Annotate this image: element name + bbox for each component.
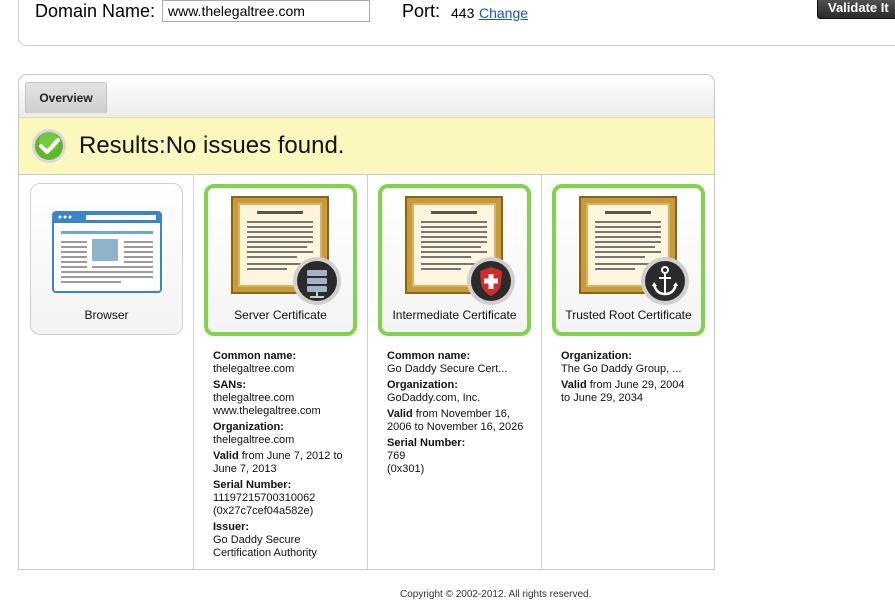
detail-key: Issuer: xyxy=(213,521,250,533)
root-certificate-details: Organization: The Go Daddy Group, ... Val… xyxy=(561,350,721,408)
column-divider xyxy=(193,174,194,569)
detail-value: Go Daddy Secure xyxy=(213,534,301,546)
detail-value: 769 xyxy=(387,450,406,462)
change-port-link[interactable]: Change xyxy=(479,5,528,21)
domain-name-input[interactable] xyxy=(162,0,370,22)
detail-value: 11197215700310062 xyxy=(213,492,316,504)
detail-value: thelegaltree.com xyxy=(213,434,295,446)
detail-key: Common name: xyxy=(213,350,297,362)
result-text: Results:No issues found. xyxy=(79,132,345,159)
certificate-chain: Browser Server Certificate Intermediate … xyxy=(19,174,714,569)
intermediate-certificate-label: Intermediate Certificate xyxy=(392,308,517,322)
server-certificate-details: Common name: thelegaltree.com SANs: theleg… xyxy=(213,350,373,563)
detail-key: Organization: xyxy=(561,350,632,362)
detail-value: Certification Authority xyxy=(213,547,317,559)
check-circle-icon xyxy=(32,129,66,163)
server-certificate-label: Server Certificate xyxy=(234,308,327,322)
detail-value: thelegaltree.com xyxy=(213,392,295,404)
tab-overview[interactable]: Overview xyxy=(25,82,107,113)
tab-strip: Overview xyxy=(19,75,714,117)
port-label: Port: xyxy=(402,1,441,21)
results-panel: Overview Results:No issues found. Browse… xyxy=(18,74,715,570)
anchor-icon xyxy=(641,257,689,305)
validate-button[interactable]: Validate It xyxy=(817,0,895,19)
server-certificate-card[interactable]: Server Certificate xyxy=(204,184,357,336)
detail-value: thelegaltree.com xyxy=(213,363,295,375)
detail-value: The Go Daddy Group, ... xyxy=(561,363,682,375)
browser-icon xyxy=(52,211,162,293)
shield-icon xyxy=(467,257,515,305)
detail-value: (0x301) xyxy=(387,463,425,475)
browser-label: Browser xyxy=(84,308,129,322)
detail-key: Organization: xyxy=(387,379,458,391)
result-banner: Results:No issues found. xyxy=(19,117,714,175)
root-certificate-card[interactable]: Trusted Root Certificate xyxy=(552,184,705,336)
detail-key: Organization: xyxy=(213,421,284,433)
intermediate-certificate-card[interactable]: Intermediate Certificate xyxy=(378,184,531,336)
detail-key: Valid xyxy=(213,450,239,462)
detail-key: Valid xyxy=(387,408,413,420)
detail-key: Valid xyxy=(561,379,587,391)
detail-key: Common name: xyxy=(387,350,471,362)
detail-key: Serial Number: xyxy=(213,479,292,491)
detail-value: www.thelegaltree.com xyxy=(213,405,321,417)
detail-key: Serial Number: xyxy=(387,437,466,449)
port-value: 443 xyxy=(451,5,475,21)
browser-card[interactable]: Browser xyxy=(30,183,183,335)
detail-key: SANs: xyxy=(213,379,247,391)
intermediate-certificate-details: Common name: Go Daddy Secure Cert... Orga… xyxy=(387,350,547,479)
server-icon xyxy=(293,257,341,305)
domain-name-label: Domain Name: xyxy=(35,1,156,21)
detail-value: Go Daddy Secure Cert... xyxy=(387,363,508,375)
detail-value: GoDaddy.com, Inc. xyxy=(387,392,481,404)
root-certificate-label: Trusted Root Certificate xyxy=(565,308,692,322)
detail-value: (0x27c7cef04a582e) xyxy=(213,505,314,517)
